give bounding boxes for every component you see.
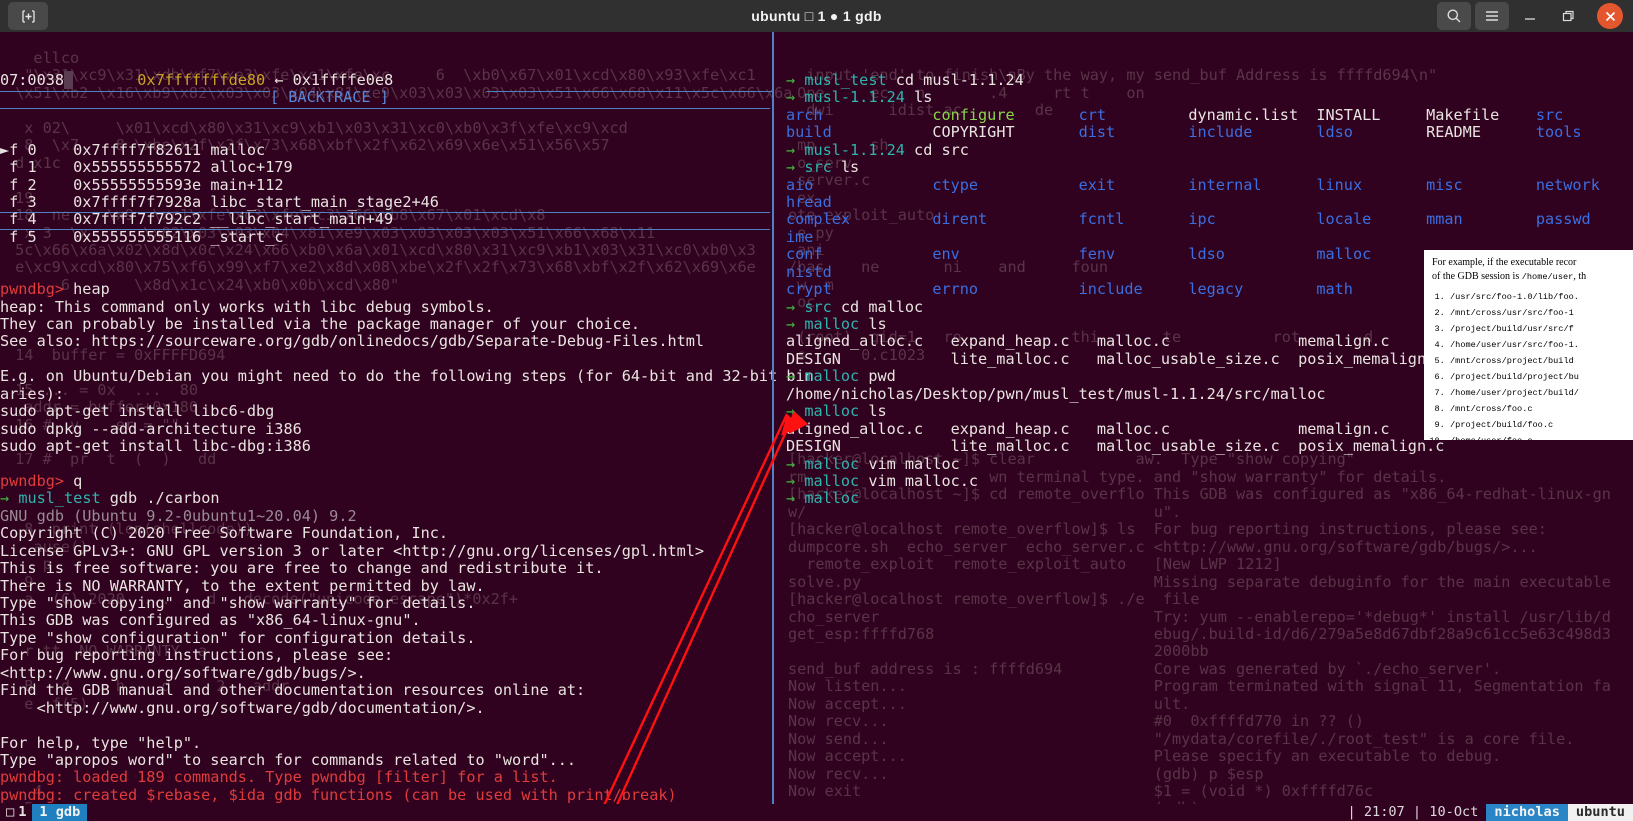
new-tab-icon bbox=[21, 9, 35, 23]
status-host: ubuntu bbox=[1567, 804, 1633, 821]
shell-command-23: → malloc vim malloc.c bbox=[786, 471, 979, 490]
stack-header-line: 07:0038 0x7fffffffde80 ← 0x1ffffe0e8 bbox=[0, 70, 394, 89]
gdb-banner-8: For bug reporting instructions, please s… bbox=[0, 646, 394, 665]
gdb-banner-13: For help, type "help". bbox=[0, 733, 202, 752]
quit-command-line: pwndbg> q bbox=[0, 471, 83, 490]
doc-path-item: /mnt/cross/foo.c bbox=[1450, 403, 1633, 417]
heap-output-1: They can probably be installed via the p… bbox=[0, 315, 641, 334]
session-indicator: □ 1 bbox=[0, 804, 32, 821]
terminal-window[interactable]: ellco "\x31\xc9\x31\xdb\xf7\xe3\xfe\xc1\… bbox=[0, 32, 1633, 821]
session-square-icon: □ bbox=[6, 804, 15, 820]
backtrace-frame-2: f 2 0x55555555593e main+112 bbox=[9, 175, 284, 194]
gdb-banner-4: There is NO WARRANTY, to the extent perm… bbox=[0, 576, 485, 595]
shell-command-4: → musl-1.1.24 cd src bbox=[786, 140, 969, 159]
gdb-banner-5: Type "show copying" and "show warranty" … bbox=[0, 594, 476, 613]
gdb-banner-2: License GPLv3+: GNU GPL version 3 or lat… bbox=[0, 541, 705, 560]
pane-divider[interactable] bbox=[772, 32, 774, 804]
hamburger-menu-icon[interactable] bbox=[1475, 2, 1509, 30]
doc-path-item: /home/user/usr/src/foo-1. bbox=[1450, 339, 1633, 353]
doc-paragraph-1: For example, if the executable recor bbox=[1432, 257, 1577, 268]
doc-path-item: /home/user/foo.c bbox=[1450, 435, 1633, 440]
window-titlebar: ubuntu □ 1 ● 1 gdb bbox=[0, 0, 1633, 32]
shell-command-0: → musl_test cd musl-1.1.24 bbox=[786, 70, 1024, 89]
shell-command-22: → malloc vim malloc bbox=[786, 454, 960, 473]
new-tab-button[interactable] bbox=[8, 2, 48, 30]
doc-path-item: /usr/src/foo-1.0/lib/foo. bbox=[1450, 291, 1633, 305]
doc-path-item: /mnt/cross/usr/src/foo-1 bbox=[1450, 307, 1633, 321]
doc-path-inline: /home/user bbox=[1521, 271, 1574, 282]
gdb-banner-12 bbox=[0, 717, 766, 734]
gdb-banner-9: <http://www.gnu.org/software/gdb/bugs/>. bbox=[0, 663, 366, 682]
heap-output-7: sudo dpkg --add-architecture i386 bbox=[0, 419, 302, 438]
status-right: | 21:07 | 10-Oct nicholas ubuntu bbox=[1339, 804, 1633, 821]
ls-output-3: build COPYRIGHT dist include ldso README… bbox=[786, 123, 1582, 142]
close-icon bbox=[1605, 11, 1615, 21]
doc-path-list: /usr/src/foo-1.0/lib/foo. /mnt/cross/usr/… bbox=[1450, 291, 1633, 440]
gdb-doc-overlay: For example, if the executable recor of … bbox=[1424, 250, 1633, 440]
gdb-banner-14: Type "apropos word" to search for comman… bbox=[0, 750, 577, 769]
backtrace-banner: [ BACKTRACE ] bbox=[270, 88, 389, 107]
shell-command-5: → src ls bbox=[786, 158, 860, 177]
doc-path-item: /project/build/project/bu bbox=[1450, 371, 1633, 385]
file-list-21: DESIGN lite_malloc.c malloc_usable_size.… bbox=[786, 437, 1445, 456]
doc-path-item: /mnt/cross/project/build bbox=[1450, 355, 1633, 369]
heap-output-4: E.g. on Ubuntu/Debian you might need to … bbox=[0, 367, 814, 386]
pwndbg-loaded-line: pwndbg: loaded 189 commands. Type pwndbg… bbox=[0, 768, 558, 787]
doc-paragraph-2: of the GDB session is /home/user, th bbox=[1432, 270, 1587, 282]
gdb-pane[interactable]: 07:0038 0x7fffffffde80 ← 0x1ffffe0e8[ BA… bbox=[0, 32, 814, 821]
gdb-banner-7: Type "show configuration" for configurat… bbox=[0, 628, 476, 647]
heap-output-6: sudo apt-get install libc6-dbg bbox=[0, 402, 275, 421]
search-icon[interactable] bbox=[1437, 2, 1471, 30]
tmux-window-tab[interactable]: 1 gdb bbox=[32, 804, 88, 821]
heap-output-2: See also: https://sourceware.org/gdb/onl… bbox=[0, 332, 705, 351]
shell-command-1: → musl-1.1.24 ls bbox=[786, 88, 933, 107]
tmux-status-bar: □ 1 1 gdb | 21:07 | 10-Oct nicholas ubunt… bbox=[0, 804, 1633, 821]
ls-output-6: aio ctype exit internal linux misc netwo… bbox=[786, 175, 1600, 194]
window-title: ubuntu □ 1 ● 1 gdb bbox=[751, 8, 882, 24]
doc-path-item: /home/user/project/build/ bbox=[1450, 387, 1633, 401]
heap-output-3 bbox=[0, 351, 766, 368]
doc-path-item: /project/build/foo.c bbox=[1450, 419, 1633, 433]
ls-output-8: complex dirent fcntl ipc locale mman pas… bbox=[786, 210, 1591, 229]
doc-path-item: /project/build/usr/src/f bbox=[1450, 323, 1633, 337]
window-controls bbox=[1433, 0, 1633, 32]
ls-output-2: arch configure crt dynamic.list INSTALL … bbox=[786, 105, 1564, 124]
backtrace-frame-4: f 4 0x7ffff7f792c2 __libc_start_main+49 bbox=[9, 210, 394, 229]
gdb-banner-11: <http://www.gnu.org/software/gdb/documen… bbox=[0, 698, 485, 717]
backtrace-frame-0: ►f 0 0x7ffff7f82611 malloc bbox=[0, 140, 266, 159]
shell-command-24: → malloc bbox=[786, 489, 860, 508]
close-button[interactable] bbox=[1597, 3, 1623, 29]
ls-output-9: ime bbox=[786, 227, 933, 246]
session-number: 1 bbox=[18, 804, 27, 820]
gdb-banner-6: This GDB was configured as "x86_64-linux… bbox=[0, 611, 421, 630]
status-clock: | 21:07 | 10-Oct bbox=[1347, 804, 1479, 820]
pwndbg-created-line: pwndbg: created $rebase, $ida gdb functi… bbox=[0, 785, 677, 804]
gdb-launch-line: → musl_test gdb ./carbon bbox=[0, 489, 220, 508]
gdb-banner-1: Copyright (C) 2020 Free Software Foundat… bbox=[0, 524, 449, 543]
gdb-banner-10: Find the GDB manual and other documentat… bbox=[0, 681, 586, 700]
maximize-icon bbox=[1562, 10, 1574, 22]
backtrace-frame-5: f 5 0x555555555116 _start_c bbox=[9, 227, 284, 246]
status-user: nicholas bbox=[1486, 804, 1568, 821]
heap-output-0: heap: This command only works with libc … bbox=[0, 297, 494, 316]
gdb-banner-0: GNU gdb (Ubuntu 9.2-0ubuntu1~20.04) 9.2 bbox=[0, 506, 357, 525]
gdb-banner-3: This is free software: you are free to c… bbox=[0, 559, 604, 578]
backtrace-frame-1: f 1 0x555555555572 alloc+179 bbox=[9, 158, 293, 177]
heap-command-line: pwndbg> heap bbox=[0, 280, 110, 299]
maximize-button[interactable] bbox=[1551, 2, 1585, 30]
minimize-icon bbox=[1525, 18, 1535, 20]
heap-output-5: aries): bbox=[0, 384, 65, 403]
heap-output-8: sudo apt-get install libc-dbg:i386 bbox=[0, 437, 311, 456]
minimize-button[interactable] bbox=[1513, 2, 1547, 30]
backtrace-frame-3: f 3 0x7ffff7f7928a libc_start_main_stage… bbox=[9, 192, 439, 211]
ls-output-7: hread bbox=[786, 192, 933, 211]
